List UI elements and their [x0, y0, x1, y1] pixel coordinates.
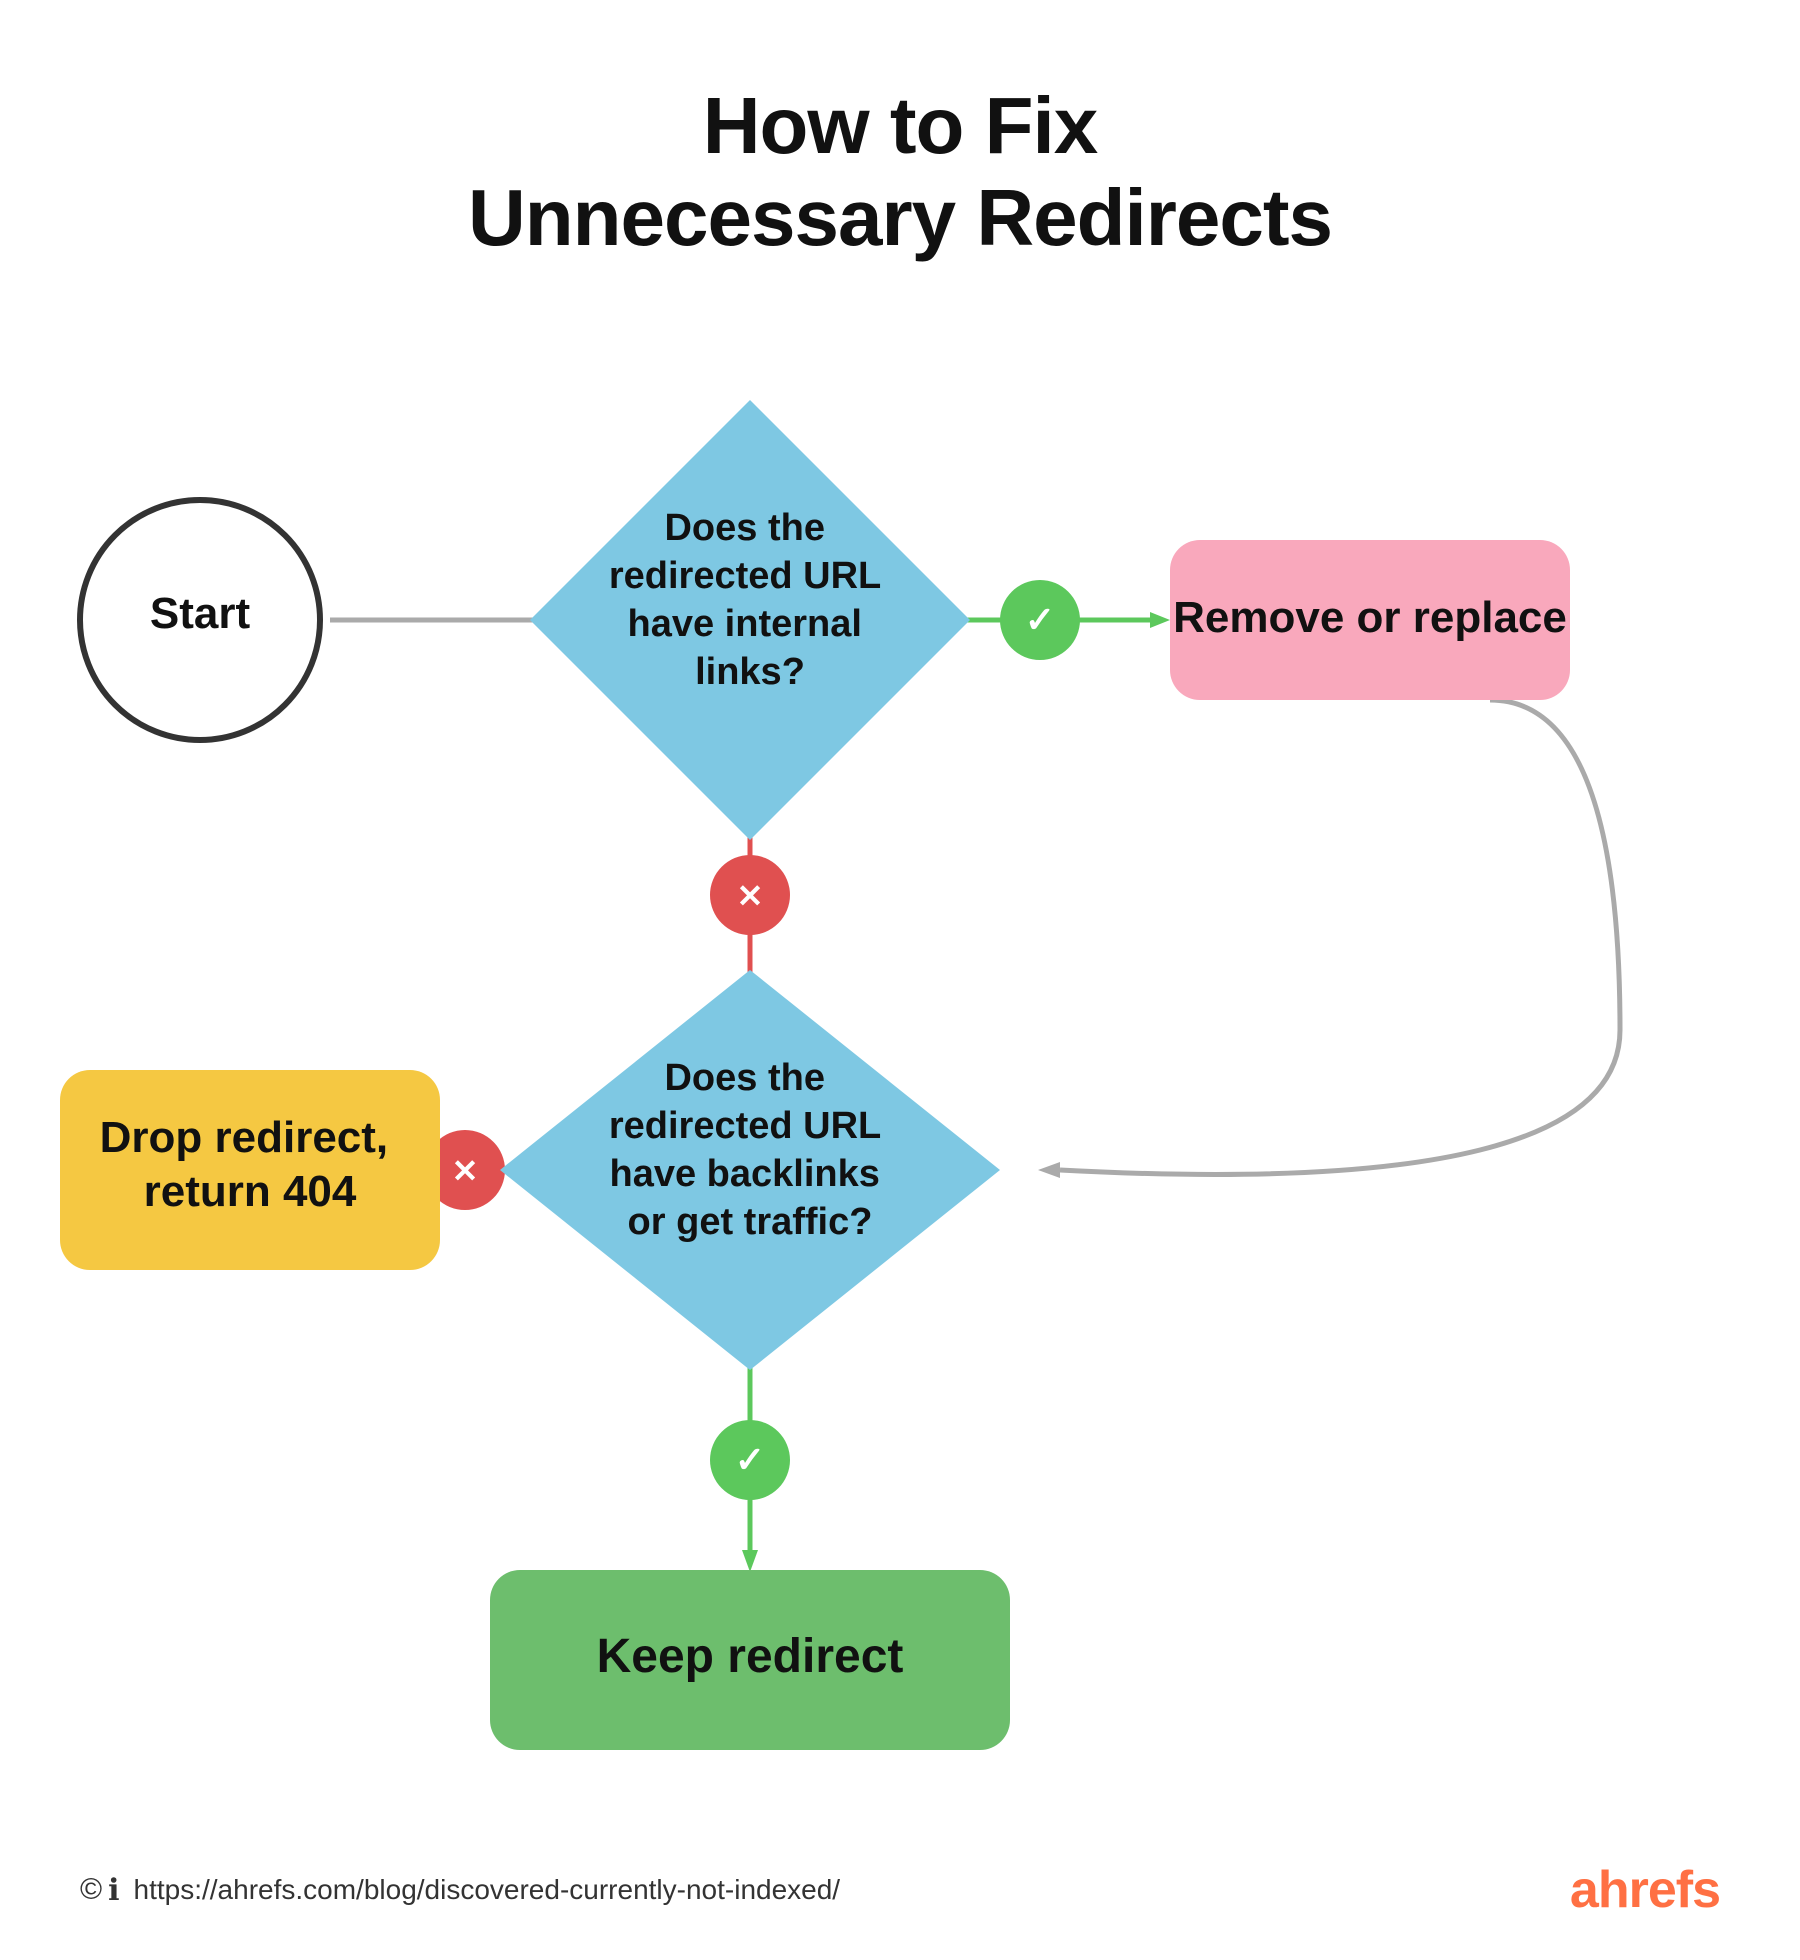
info-icon: ℹ — [108, 1873, 119, 1908]
page-container: How to Fix Unnecessary Redirects ✓ ✕ — [0, 0, 1800, 1960]
footer: © ℹ https://ahrefs.com/blog/discovered-c… — [0, 1860, 1800, 1920]
svg-text:✓: ✓ — [1025, 599, 1055, 640]
cc-icon: © — [80, 1873, 102, 1908]
remove-replace-node: Remove or replace — [1173, 593, 1567, 642]
ahrefs-logo: ahrefs — [1570, 1860, 1720, 1920]
footer-icons: © ℹ — [80, 1873, 120, 1908]
page-title: How to Fix Unnecessary Redirects — [0, 0, 1800, 264]
start-node: Start — [150, 589, 251, 638]
svg-text:✓: ✓ — [735, 1439, 765, 1480]
footer-left: © ℹ https://ahrefs.com/blog/discovered-c… — [80, 1873, 840, 1908]
svg-text:✕: ✕ — [737, 878, 764, 914]
footer-url: https://ahrefs.com/blog/discovered-curre… — [134, 1874, 841, 1906]
svg-text:✕: ✕ — [452, 1153, 479, 1189]
flowchart-svg: ✓ ✕ ✕ ✓ Start Does the redirected URL ha… — [0, 270, 1800, 1850]
keep-redirect-node: Keep redirect — [597, 1630, 904, 1683]
